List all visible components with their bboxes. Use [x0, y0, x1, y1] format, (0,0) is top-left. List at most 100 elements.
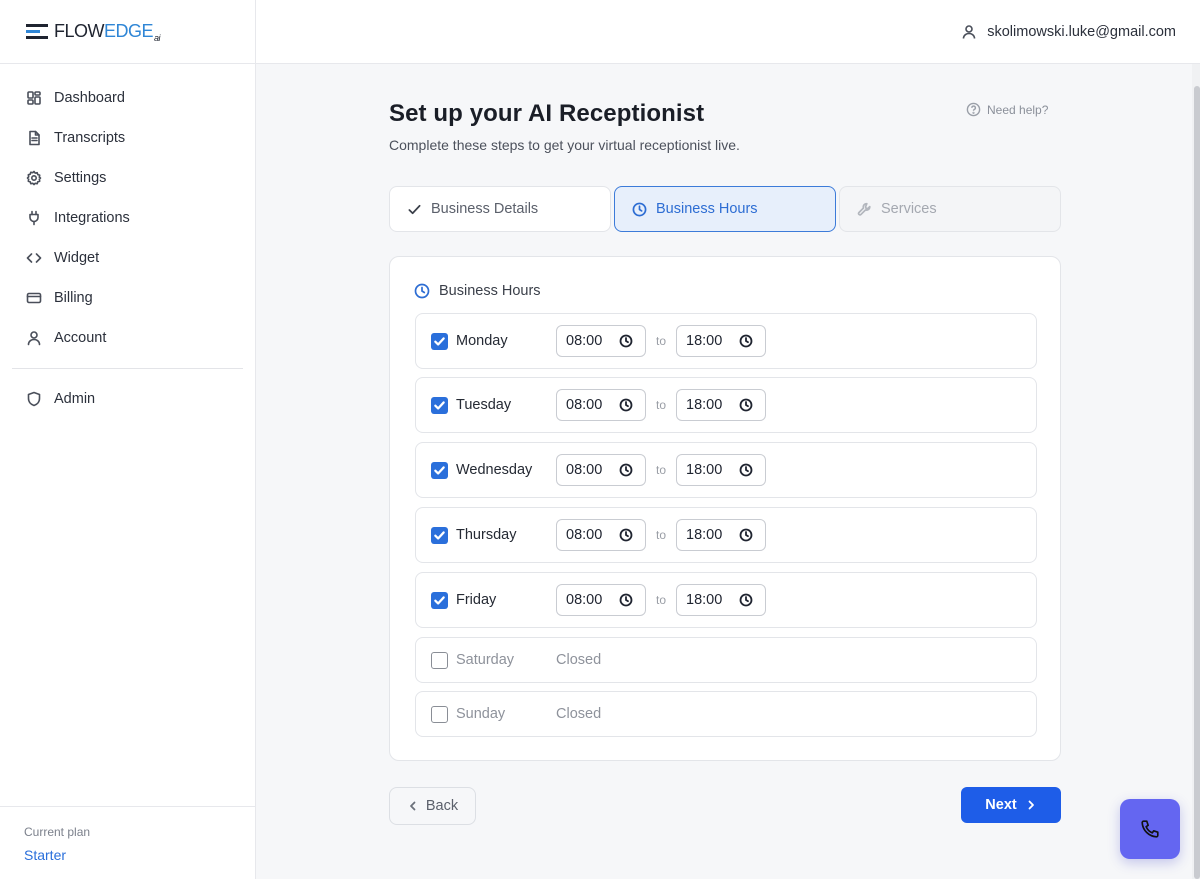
time-value: 08:00: [566, 592, 603, 608]
need-help-link[interactable]: Need help?: [966, 102, 1048, 117]
open-time-input[interactable]: 08:00: [556, 584, 646, 616]
plan-link[interactable]: Starter: [24, 847, 256, 863]
day-checkbox[interactable]: [431, 651, 448, 669]
to-label: to: [655, 593, 666, 607]
day-checkbox[interactable]: [431, 591, 448, 609]
sidebar-item-label: Transcripts: [54, 130, 126, 146]
sidebar-item-admin[interactable]: Admin: [0, 379, 255, 419]
day-row-monday: Monday 08:00 to 18:00: [415, 313, 1037, 369]
clock-icon: [739, 593, 753, 607]
current-plan: Current plan Starter: [0, 806, 256, 879]
user-email: skolimowski.luke@gmail.com: [987, 23, 1176, 40]
chevron-left-icon: [409, 801, 416, 811]
user-icon: [26, 330, 42, 346]
time-value: 08:00: [566, 333, 603, 349]
time-value: 08:00: [566, 462, 603, 478]
open-time-input[interactable]: 08:00: [556, 389, 646, 421]
day-checkbox[interactable]: [431, 526, 448, 544]
day-name: Sunday: [456, 706, 506, 722]
to-label: to: [655, 334, 666, 348]
checkmark-icon: [434, 595, 445, 605]
sidebar-item-widget[interactable]: Widget: [0, 238, 255, 278]
credit-card-icon: [26, 290, 42, 306]
day-row-friday: Friday 08:00 to 18:00: [415, 572, 1037, 628]
sidebar-divider: [12, 368, 243, 369]
call-fab-button[interactable]: [1120, 799, 1180, 859]
day-row-sunday: Sunday Closed: [415, 691, 1037, 737]
user-icon: [962, 24, 976, 39]
to-label: to: [655, 398, 666, 412]
clock-icon: [619, 398, 633, 412]
phone-icon: [1141, 820, 1159, 838]
dashboard-icon: [26, 90, 42, 106]
top-bar: skolimowski.luke@gmail.com: [256, 0, 1200, 64]
step-business-hours[interactable]: Business Hours: [614, 186, 836, 232]
checkmark-icon: [434, 465, 445, 475]
plug-icon: [26, 210, 42, 226]
day-row-saturday: Saturday Closed: [415, 637, 1037, 683]
day-checkbox[interactable]: [431, 332, 448, 350]
open-time-input[interactable]: 08:00: [556, 454, 646, 486]
day-checkbox[interactable]: [431, 461, 448, 479]
sidebar-item-settings[interactable]: Settings: [0, 158, 255, 198]
open-time-input[interactable]: 08:00: [556, 325, 646, 357]
closed-label: Closed: [556, 706, 602, 722]
close-time-input[interactable]: 18:00: [676, 389, 766, 421]
open-time-input[interactable]: 08:00: [556, 519, 646, 551]
next-button[interactable]: Next: [961, 787, 1061, 823]
close-time-input[interactable]: 18:00: [676, 584, 766, 616]
sidebar-item-transcripts[interactable]: Transcripts: [0, 118, 255, 158]
sidebar-item-label: Account: [54, 330, 107, 346]
close-time-input[interactable]: 18:00: [676, 454, 766, 486]
step-business-details[interactable]: Business Details: [389, 186, 611, 232]
to-label: to: [655, 463, 666, 477]
day-checkbox[interactable]: [431, 396, 448, 414]
sidebar-item-account[interactable]: Account: [0, 318, 255, 358]
closed-label: Closed: [556, 652, 602, 668]
checkmark-icon: [434, 400, 445, 410]
card-title: Business Hours: [439, 283, 541, 299]
close-time-input[interactable]: 18:00: [676, 519, 766, 551]
sidebar-item-dashboard[interactable]: Dashboard: [0, 78, 255, 118]
day-name: Wednesday: [456, 462, 533, 478]
back-button[interactable]: Back: [389, 787, 476, 825]
chevron-right-icon: [1028, 800, 1034, 810]
scrollbar-thumb[interactable]: [1194, 86, 1200, 879]
checkmark-icon: [434, 336, 445, 346]
code-icon: [26, 250, 42, 266]
sidebar-item-integrations[interactable]: Integrations: [0, 198, 255, 238]
day-checkbox[interactable]: [431, 705, 448, 723]
business-hours-card: Business Hours Monday 08:00 to 18:00 Tue…: [389, 256, 1061, 761]
checkmark-icon: [434, 530, 445, 540]
clock-icon: [739, 463, 753, 477]
shield-icon: [26, 391, 42, 407]
time-value: 18:00: [686, 592, 723, 608]
sidebar-item-label: Settings: [54, 170, 107, 186]
sidebar: FLOWEDGEai Dashboard Transcripts Setting…: [0, 0, 256, 879]
to-label: to: [655, 528, 666, 542]
clock-icon: [619, 593, 633, 607]
time-value: 18:00: [686, 333, 723, 349]
step-label: Business Details: [431, 201, 539, 217]
card-header: Business Hours: [414, 283, 541, 299]
time-value: 18:00: [686, 527, 723, 543]
step-services[interactable]: Services: [839, 186, 1061, 232]
clock-icon: [739, 334, 753, 348]
clock-icon: [739, 398, 753, 412]
check-icon: [408, 204, 421, 214]
flowedge-logo[interactable]: FLOWEDGEai: [26, 21, 161, 43]
sidebar-item-label: Dashboard: [54, 90, 125, 106]
close-time-input[interactable]: 18:00: [676, 325, 766, 357]
time-value: 18:00: [686, 462, 723, 478]
logo-area: FLOWEDGEai: [0, 0, 255, 64]
step-label: Business Hours: [656, 201, 758, 217]
day-row-wednesday: Wednesday 08:00 to 18:00: [415, 442, 1037, 498]
clock-icon: [619, 528, 633, 542]
next-label: Next: [985, 797, 1017, 813]
sidebar-item-billing[interactable]: Billing: [0, 278, 255, 318]
user-menu[interactable]: skolimowski.luke@gmail.com: [961, 24, 1176, 40]
document-icon: [26, 130, 42, 146]
back-label: Back: [425, 798, 459, 814]
clock-icon: [632, 202, 647, 216]
day-name: Friday: [456, 592, 497, 608]
